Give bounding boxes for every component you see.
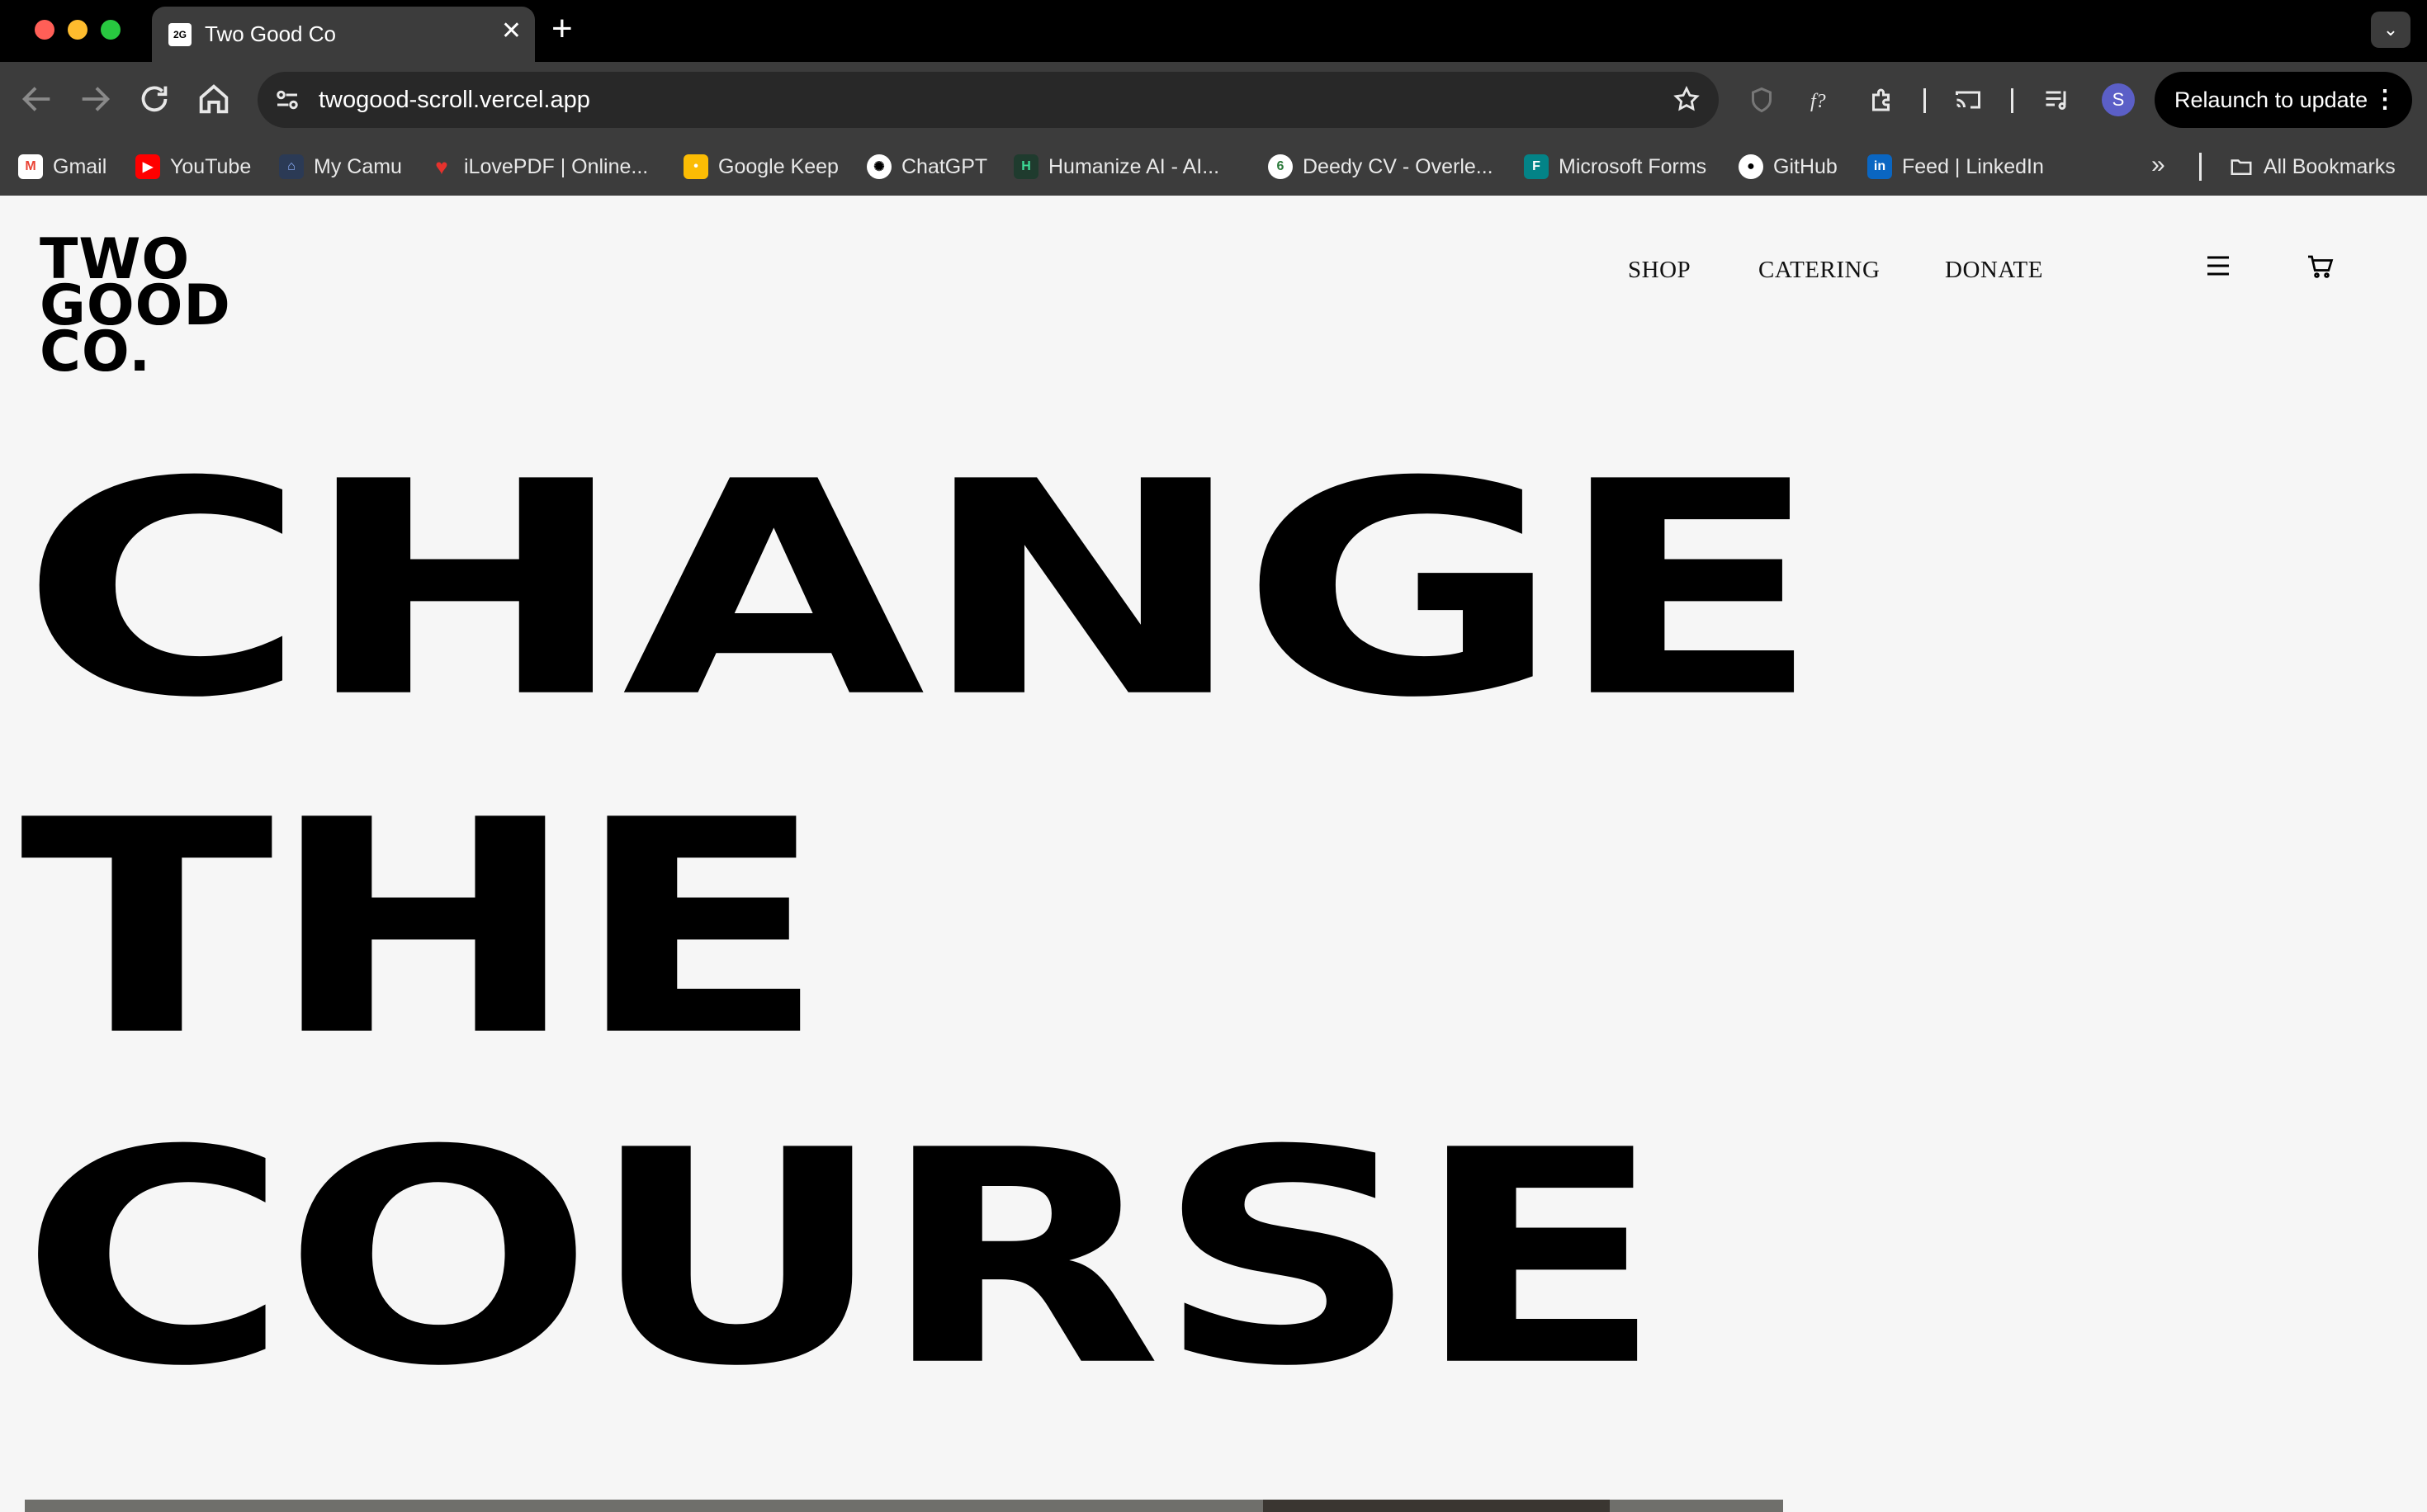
new-tab-button[interactable]: +: [551, 8, 573, 50]
bookmark-google-keep[interactable]: • Google Keep: [684, 153, 839, 181]
toolbar-divider: [1923, 88, 1926, 113]
bookmark-label: Google Keep: [718, 154, 839, 178]
camu-icon: ⌂: [279, 154, 304, 179]
cast-icon[interactable]: [1953, 85, 1983, 115]
forward-arrow-icon[interactable]: [76, 80, 114, 118]
tab-search-button[interactable]: ⌄: [2371, 12, 2410, 48]
keep-icon: •: [684, 154, 708, 179]
maximize-window-button[interactable]: [101, 20, 121, 40]
media-controls-icon[interactable]: [2042, 85, 2072, 115]
bookmark-my-camu[interactable]: ⌂ My Camu: [279, 153, 402, 181]
extension-shield-icon[interactable]: [1747, 85, 1776, 115]
page-viewport: TWO GOOD CO. SHOP CATERING DONATE CHANGE…: [0, 196, 2427, 1512]
hamburger-menu-icon[interactable]: [2204, 253, 2232, 278]
bookmark-chatgpt[interactable]: ✺ ChatGPT: [867, 153, 987, 181]
close-tab-icon[interactable]: ✕: [501, 17, 522, 45]
hero-line-the: THE: [20, 757, 827, 1101]
humanize-icon: H: [1014, 154, 1038, 179]
more-menu-icon[interactable]: ⋮: [2373, 85, 2397, 114]
close-window-button[interactable]: [35, 20, 54, 40]
hero-video-preview: [25, 1500, 1783, 1512]
bookmark-deedy-cv[interactable]: 6 Deedy CV - Overle...: [1268, 153, 1493, 181]
bookmark-label: iLovePDF | Online...: [464, 154, 649, 178]
browser-toolbar: twogood-scroll.vercel.app f? S Relaunch …: [0, 62, 2427, 138]
hero-line-change: CHANGE: [20, 418, 1823, 763]
bookmark-label: GitHub: [1773, 154, 1838, 178]
bookmark-linkedin[interactable]: in Feed | LinkedIn: [1867, 153, 2044, 181]
bookmark-label: ChatGPT: [901, 154, 988, 178]
cart-icon[interactable]: [2305, 252, 2336, 281]
linkedin-icon: in: [1867, 154, 1892, 179]
overleaf-icon: 6: [1268, 154, 1293, 179]
youtube-icon: ▶: [135, 154, 160, 179]
url-text[interactable]: twogood-scroll.vercel.app: [319, 87, 590, 114]
relaunch-label: Relaunch to update: [2174, 87, 2368, 112]
bookmark-star-icon[interactable]: [1672, 85, 1701, 113]
gmail-icon: M: [18, 154, 43, 179]
bookmark-label: My Camu: [314, 154, 402, 178]
extensions-puzzle-icon[interactable]: [1867, 85, 1897, 115]
bookmarks-divider: [2199, 153, 2202, 181]
bookmark-label: Microsoft Forms: [1559, 154, 1707, 178]
ilovepdf-icon: ♥: [435, 154, 448, 179]
nav-shop[interactable]: SHOP: [1628, 257, 1691, 284]
two-good-co-logo[interactable]: TWO GOOD CO.: [40, 232, 231, 380]
home-icon[interactable]: [195, 80, 233, 118]
all-bookmarks-label: All Bookmarks: [2264, 154, 2396, 178]
bookmark-label: Gmail: [53, 154, 107, 178]
folder-icon: [2231, 159, 2252, 175]
reload-icon[interactable]: [135, 80, 173, 118]
svg-text:f?: f?: [1810, 91, 1826, 112]
active-tab[interactable]: 2G Two Good Co ✕: [152, 7, 535, 62]
bookmark-github[interactable]: ● GitHub: [1739, 153, 1838, 181]
bookmark-youtube[interactable]: ▶ YouTube: [135, 153, 251, 181]
nav-donate[interactable]: DONATE: [1945, 257, 2043, 284]
bookmark-gmail[interactable]: M Gmail: [18, 153, 106, 181]
nav-catering[interactable]: CATERING: [1758, 257, 1880, 284]
chatgpt-icon: ✺: [867, 154, 892, 179]
tab-strip: 2G Two Good Co ✕ + ⌄: [0, 0, 2427, 62]
forms-icon: F: [1524, 154, 1549, 179]
two-good-favicon-icon: 2G: [168, 23, 192, 46]
bookmark-microsoft-forms[interactable]: F Microsoft Forms: [1524, 153, 1706, 181]
tab-title: Two Good Co: [205, 21, 336, 46]
bookmark-ilovepdf[interactable]: ♥ iLovePDF | Online...: [429, 153, 648, 181]
relaunch-to-update-button[interactable]: Relaunch to update ⋮: [2155, 72, 2412, 128]
bookmark-label: YouTube: [170, 154, 252, 178]
bookmark-humanize-ai[interactable]: H Humanize AI - AI...: [1014, 153, 1219, 181]
site-info-icon[interactable]: [272, 85, 302, 115]
all-bookmarks[interactable]: All Bookmarks: [2229, 153, 2396, 181]
toolbar-divider: [2011, 88, 2013, 113]
bookmark-label: Feed | LinkedIn: [1902, 154, 2044, 178]
bookmark-label: Deedy CV - Overle...: [1303, 154, 1493, 178]
bookmark-label: Humanize AI - AI...: [1048, 154, 1220, 178]
hero-line-course: COURSE: [20, 1087, 1664, 1431]
formula-extension-icon[interactable]: f?: [1808, 85, 1838, 115]
back-arrow-icon[interactable]: [18, 80, 56, 118]
bookmarks-bar: M Gmail ▶ YouTube ⌂ My Camu ♥ iLovePDF | Onl…: [0, 138, 2427, 196]
github-icon: ●: [1739, 154, 1763, 179]
more-bookmarks-chevron-icon[interactable]: »: [2151, 151, 2165, 179]
address-bar[interactable]: twogood-scroll.vercel.app: [258, 72, 1719, 128]
profile-avatar[interactable]: S: [2102, 83, 2135, 116]
minimize-window-button[interactable]: [68, 20, 88, 40]
